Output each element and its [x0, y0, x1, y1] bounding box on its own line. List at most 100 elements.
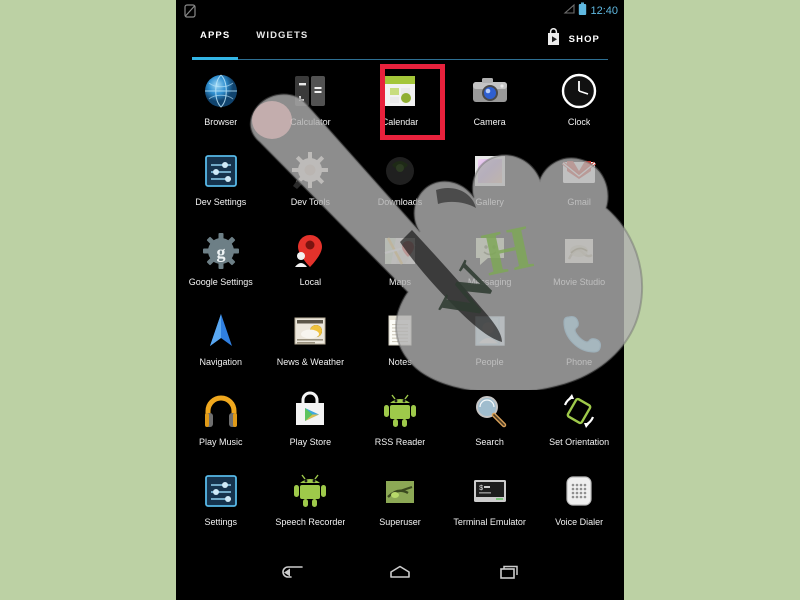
- people-contact-icon: [468, 309, 512, 353]
- app-icon-camera[interactable]: Camera: [445, 64, 535, 144]
- status-bar-clock: 12:40: [590, 4, 618, 17]
- battery-icon: [578, 2, 587, 21]
- svg-text:$: $: [479, 485, 483, 493]
- app-icon-search[interactable]: Search: [445, 384, 535, 464]
- app-icon-notes[interactable]: Notes: [355, 304, 445, 384]
- android-robot-icon: [288, 469, 332, 513]
- app-grid-row: Navigation News & Weather Notes People Ph…: [176, 304, 624, 384]
- app-icon-terminal-emulator[interactable]: $ Terminal Emulator: [445, 464, 535, 544]
- app-icon-gmail[interactable]: Gmail: [534, 144, 624, 224]
- app-label: Speech Recorder: [275, 517, 346, 527]
- app-icon-local[interactable]: Local: [266, 224, 356, 304]
- app-label: Calendar: [381, 117, 419, 127]
- app-icon-news-weather[interactable]: News & Weather: [266, 304, 356, 384]
- app-icon-speech-recorder[interactable]: Speech Recorder: [266, 464, 356, 544]
- apps-widgets-tab-bar: APPS WIDGETS SHOP: [176, 22, 624, 60]
- app-icon-rss-reader[interactable]: RSS Reader: [355, 384, 445, 464]
- app-icon-clock[interactable]: Clock: [534, 64, 624, 144]
- app-label: Superuser: [379, 517, 421, 527]
- app-icon-calendar[interactable]: Calendar: [355, 64, 445, 144]
- app-icon-phone[interactable]: Phone: [534, 304, 624, 384]
- shop-button[interactable]: SHOP: [545, 28, 600, 51]
- clock-icon: [557, 69, 601, 113]
- signal-triangle-icon: [563, 2, 576, 20]
- app-label: Clock: [567, 117, 591, 127]
- app-label: Gallery: [475, 197, 504, 207]
- calculator-icon: [288, 69, 332, 113]
- app-icon-dev-tools[interactable]: Dev Tools: [266, 144, 356, 224]
- app-grid-row: Settings Speech Recorder Superuser $ Ter…: [176, 464, 624, 544]
- status-bar-right: 12:40: [563, 2, 618, 20]
- browser-globe-icon: [199, 69, 243, 113]
- app-label: Messaging: [467, 277, 512, 287]
- app-icon-browser[interactable]: Browser: [176, 64, 266, 144]
- phone-handset-icon: [557, 309, 602, 353]
- app-icon-navigation[interactable]: Navigation: [176, 304, 266, 384]
- status-bar: 12:40: [176, 0, 624, 22]
- app-icon-maps[interactable]: Maps: [355, 224, 445, 304]
- app-icon-downloads[interactable]: Downloads: [355, 144, 445, 224]
- home-button[interactable]: [383, 561, 417, 587]
- app-icon-dev-settings[interactable]: Dev Settings: [176, 144, 266, 224]
- dev-settings-icon: [199, 149, 243, 193]
- app-icon-calculator[interactable]: Calculator: [266, 64, 356, 144]
- back-arrow-icon: [278, 563, 304, 586]
- app-drawer-grid: Browser Calculator Calendar Camera Clock: [176, 64, 624, 544]
- app-icon-superuser[interactable]: Superuser: [355, 464, 445, 544]
- maps-icon: [378, 229, 422, 273]
- downloads-icon: [378, 149, 422, 193]
- home-icon: [387, 563, 413, 586]
- app-icon-movie-studio[interactable]: Movie Studio: [534, 224, 624, 304]
- app-label: Settings: [204, 517, 238, 527]
- set-orientation-icon: [557, 389, 601, 433]
- app-icon-play-music[interactable]: Play Music: [176, 384, 266, 464]
- search-magnifier-icon: [468, 389, 512, 433]
- app-icon-messaging[interactable]: Messaging: [445, 224, 535, 304]
- app-label: Play Store: [289, 437, 332, 447]
- app-label: Local: [299, 277, 322, 287]
- news-weather-icon: [288, 309, 332, 353]
- app-icon-settings[interactable]: Settings: [176, 464, 266, 544]
- app-icon-set-orientation[interactable]: Set Orientation: [534, 384, 624, 464]
- app-grid-row: Browser Calculator Calendar Camera Clock: [176, 64, 624, 144]
- app-grid-row: g Google Settings Local Maps Messaging Mo…: [176, 224, 624, 304]
- app-label: RSS Reader: [374, 437, 426, 447]
- app-grid-row: Dev Settings Dev Tools Downloads Gallery…: [176, 144, 624, 224]
- movie-studio-icon: [557, 229, 601, 273]
- app-label: Navigation: [199, 357, 243, 367]
- app-icon-voice-dialer[interactable]: Voice Dialer: [534, 464, 624, 544]
- svg-text:g: g: [216, 242, 225, 262]
- tab-bar-rule: [192, 59, 608, 60]
- tab-active-indicator: [192, 57, 238, 60]
- gmail-envelope-icon: [557, 149, 601, 193]
- back-button[interactable]: [274, 561, 308, 587]
- local-map-pin-icon: [288, 229, 332, 273]
- app-icon-people[interactable]: People: [445, 304, 535, 384]
- screenshot-stage: 12:40 APPS WIDGETS SHOP Browser Calculat…: [0, 0, 800, 600]
- app-label: Browser: [204, 117, 238, 127]
- app-icon-google-settings[interactable]: g Google Settings: [176, 224, 266, 304]
- system-navigation-bar: [176, 548, 624, 600]
- android-robot-icon: [378, 389, 422, 433]
- app-grid-row: Play Music Play Store RSS Reader Search: [176, 384, 624, 464]
- navigation-arrow-icon: [199, 309, 243, 353]
- android-tablet-screen: 12:40 APPS WIDGETS SHOP Browser Calculat…: [176, 0, 624, 600]
- tab-widgets[interactable]: WIDGETS: [256, 30, 308, 43]
- tab-list: APPS WIDGETS: [200, 30, 308, 43]
- dev-tools-gear-icon: [288, 149, 332, 193]
- app-icon-gallery[interactable]: Gallery: [445, 144, 535, 224]
- app-label: Notes: [388, 357, 412, 367]
- app-icon-play-store[interactable]: Play Store: [266, 384, 356, 464]
- app-label: Phone: [566, 357, 593, 367]
- app-label: Voice Dialer: [555, 517, 604, 527]
- google-settings-gear-icon: g: [199, 229, 243, 273]
- app-label: Terminal Emulator: [453, 517, 526, 527]
- calendar-icon: [378, 69, 422, 113]
- app-label: Google Settings: [188, 277, 253, 287]
- app-label: News & Weather: [276, 357, 345, 367]
- app-label: Dev Settings: [195, 197, 247, 207]
- app-label: Maps: [388, 277, 411, 287]
- recents-button[interactable]: [492, 561, 526, 587]
- tab-apps[interactable]: APPS: [200, 30, 230, 43]
- app-label: Calculator: [290, 117, 331, 127]
